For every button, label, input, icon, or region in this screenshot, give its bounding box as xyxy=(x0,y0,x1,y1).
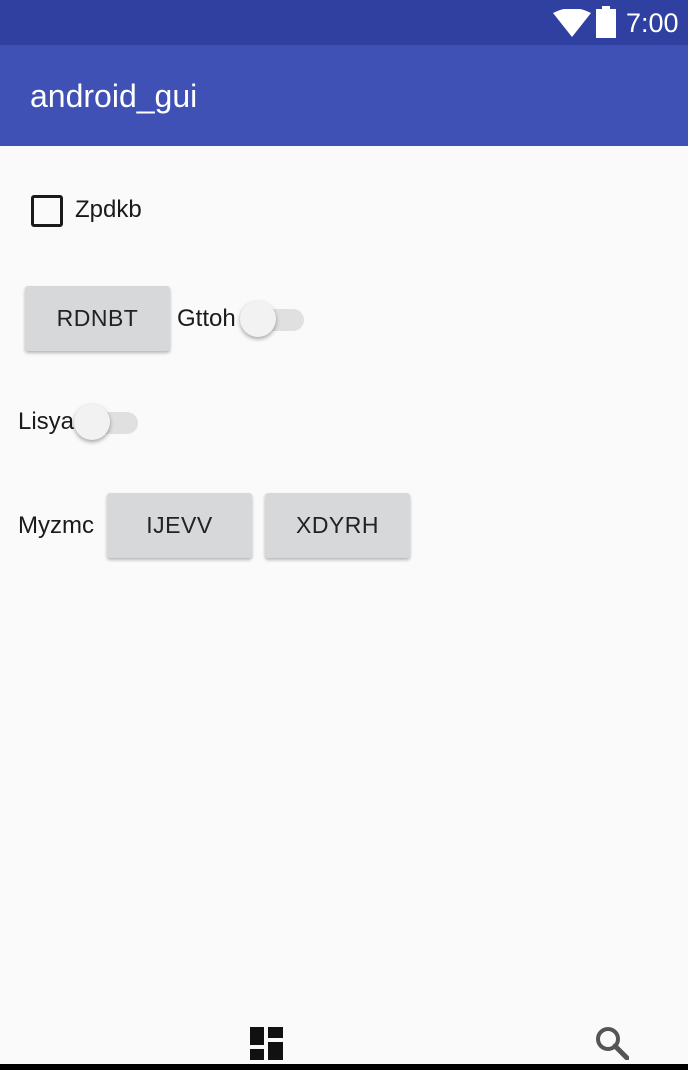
status-time: 7:00 xyxy=(626,8,679,38)
rdnbt-button[interactable]: RDNBT xyxy=(25,286,170,351)
search-icon[interactable] xyxy=(595,1026,629,1060)
lisya-switch[interactable] xyxy=(74,402,140,442)
wifi-icon xyxy=(553,9,591,37)
zpdkb-checkbox[interactable] xyxy=(31,195,63,227)
ijevv-button[interactable]: IJEVV xyxy=(107,493,252,558)
lisya-switch-label: Lisya xyxy=(18,408,75,435)
switch-thumb xyxy=(74,404,110,440)
app-title: android_gui xyxy=(30,78,198,114)
grid-icon[interactable] xyxy=(250,1027,283,1060)
app-bar: android_gui xyxy=(0,45,688,146)
status-bar: 7:00 xyxy=(0,0,688,45)
battery-icon xyxy=(596,6,616,38)
xdyrh-button[interactable]: XDYRH xyxy=(265,493,410,558)
checkbox-label[interactable]: Zpdkb xyxy=(75,195,142,225)
gttoh-switch-label: Gttoh xyxy=(177,305,236,332)
gttoh-switch[interactable] xyxy=(240,299,306,339)
myzmc-label: Myzmc xyxy=(18,512,94,539)
switch-thumb xyxy=(240,301,276,337)
system-nav-bar xyxy=(0,1064,688,1070)
